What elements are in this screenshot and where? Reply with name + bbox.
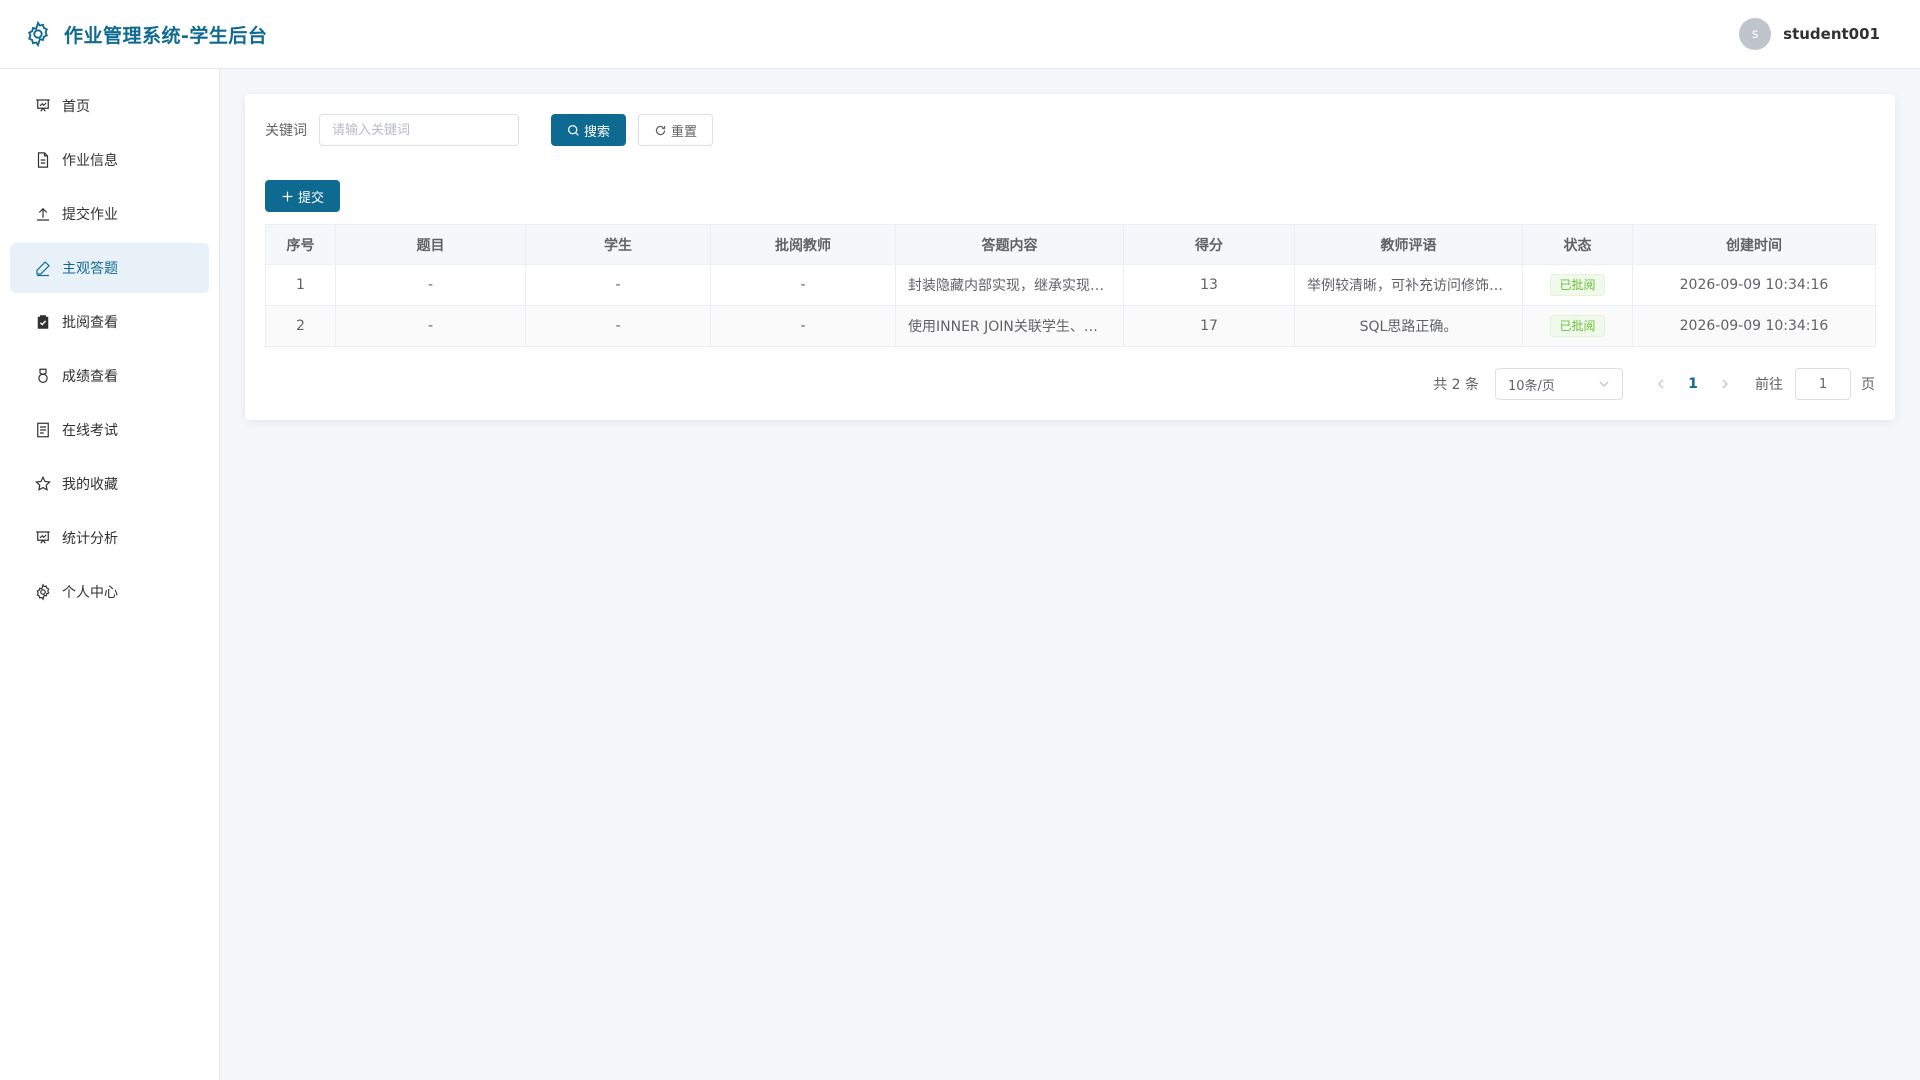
cell-teacher: -	[710, 264, 896, 306]
search-icon	[568, 124, 579, 136]
column-header: 创建时间	[1632, 224, 1876, 265]
chevron-left-icon	[1658, 379, 1664, 389]
main-card: 关键词 搜索 重置 提交 序号 题目 学生 批阅教师 答题内容	[245, 94, 1895, 420]
exam-paper-icon	[37, 422, 49, 438]
chart-board-icon	[36, 531, 50, 544]
column-header: 答题内容	[895, 224, 1124, 265]
sidebar-item-favorites[interactable]: 我的收藏	[10, 459, 209, 509]
clipboard-check-icon	[37, 315, 49, 329]
sidebar-item-label: 个人中心	[62, 585, 118, 601]
edit-pen-icon	[36, 261, 50, 277]
medal-icon	[38, 368, 48, 383]
plus-icon	[282, 191, 293, 201]
page-suffix-label: 页	[1861, 377, 1875, 393]
sidebar-item-home[interactable]: 首页	[10, 81, 209, 131]
status-badge: 已批阅	[1550, 274, 1605, 296]
upload-icon	[37, 207, 49, 221]
user-menu[interactable]: s student001	[1739, 18, 1880, 50]
sidebar-item-label: 批阅查看	[62, 315, 118, 331]
cell-question: -	[335, 264, 526, 306]
next-page-button[interactable]	[1711, 378, 1739, 390]
goto-page-input[interactable]	[1795, 368, 1851, 400]
page-number-current[interactable]: 1	[1675, 376, 1711, 392]
star-icon	[35, 475, 51, 491]
cell-score: 13	[1123, 264, 1295, 306]
sidebar-item-label: 成绩查看	[62, 369, 118, 385]
column-header: 学生	[525, 224, 711, 265]
reset-button[interactable]: 重置	[638, 114, 714, 146]
submit-add-button[interactable]: 提交	[265, 180, 341, 212]
search-bar: 关键词 搜索 重置	[265, 114, 1875, 146]
username[interactable]: student001	[1783, 25, 1880, 43]
document-icon	[37, 152, 49, 168]
page-size-value: 10条/页	[1508, 378, 1555, 394]
avatar[interactable]: s	[1739, 18, 1772, 50]
keyword-label: 关键词	[265, 123, 307, 139]
cell-created: 2026-09-09 10:34:16	[1632, 264, 1876, 306]
top-header: 作业管理系统-学生后台 s student001	[0, 0, 1920, 69]
prev-page-button[interactable]	[1647, 378, 1675, 390]
keyword-input[interactable]	[319, 114, 519, 146]
sidebar: 首页 作业信息 提交作业 主观答题 批阅查看 成绩查看 在线考试 我的收藏 统计…	[0, 69, 220, 1080]
cell-content: 封装隐藏内部实现，继承实现代码复用，多态提高扩展性。	[895, 264, 1124, 306]
pagination: 共 2 条 10条/页 1 前往 页	[1433, 368, 1875, 400]
sidebar-item-label: 统计分析	[62, 531, 118, 547]
sidebar-item-label: 提交作业	[62, 207, 118, 223]
sidebar-item-submit-homework[interactable]: 提交作业	[10, 189, 209, 239]
cell-teacher: -	[710, 305, 896, 347]
cell-comment: SQL思路正确。	[1294, 305, 1523, 347]
cell-content: 使用INNER JOIN关联学生、课程和成绩表。	[895, 305, 1124, 347]
sidebar-item-label: 首页	[62, 99, 90, 115]
total-count: 共 2 条	[1433, 377, 1479, 393]
column-header: 批阅教师	[710, 224, 896, 265]
sidebar-item-review-view[interactable]: 批阅查看	[10, 297, 209, 347]
reset-button-label: 重置	[671, 124, 698, 140]
sidebar-item-label: 在线考试	[62, 423, 118, 439]
table-row[interactable]: 2 - - - 使用INNER JOIN关联学生、课程和成绩表。 17 SQL思…	[265, 305, 1876, 347]
app-title: 作业管理系统-学生后台	[64, 24, 268, 47]
sidebar-item-label: 主观答题	[62, 261, 118, 277]
refresh-icon	[655, 125, 666, 135]
sidebar-item-grades[interactable]: 成绩查看	[10, 351, 209, 401]
sidebar-item-label: 作业信息	[62, 153, 118, 169]
cell-comment: 举例较清晰，可补充访问修饰符。	[1294, 264, 1523, 306]
table-row[interactable]: 1 - - - 封装隐藏内部实现，继承实现代码复用，多态提高扩展性。 13 举例…	[265, 264, 1876, 306]
sidebar-item-profile[interactable]: 个人中心	[10, 567, 209, 617]
sidebar-item-label: 我的收藏	[62, 477, 118, 493]
submit-add-button-label: 提交	[298, 190, 325, 206]
goto-label: 前往	[1755, 377, 1783, 393]
column-header: 题目	[335, 224, 526, 265]
cell-index: 1	[265, 264, 336, 306]
gear-icon	[36, 583, 50, 601]
status-badge: 已批阅	[1550, 315, 1605, 337]
search-button[interactable]: 搜索	[551, 114, 627, 146]
answers-table: 序号 题目 学生 批阅教师 答题内容 得分 教师评语 状态 创建时间 1 - -…	[265, 224, 1876, 347]
cell-question: -	[335, 305, 526, 347]
table-header-row: 序号 题目 学生 批阅教师 答题内容 得分 教师评语 状态 创建时间	[265, 224, 1876, 265]
sidebar-item-subjective-answer[interactable]: 主观答题	[10, 243, 209, 293]
sidebar-item-homework-info[interactable]: 作业信息	[10, 135, 209, 185]
cell-status: 已批阅	[1522, 264, 1633, 306]
sidebar-item-statistics[interactable]: 统计分析	[10, 513, 209, 563]
toolbar: 提交	[265, 180, 1875, 212]
column-header: 教师评语	[1294, 224, 1523, 265]
cell-student: -	[525, 305, 711, 347]
gear-icon	[28, 20, 48, 48]
presentation-icon	[36, 99, 50, 112]
cell-created: 2026-09-09 10:34:16	[1632, 305, 1876, 347]
brand: 作业管理系统-学生后台	[24, 20, 267, 48]
cell-index: 2	[265, 305, 336, 347]
column-header: 状态	[1522, 224, 1633, 265]
cell-status: 已批阅	[1522, 305, 1633, 347]
search-button-label: 搜索	[584, 124, 611, 140]
chevron-right-icon	[1722, 379, 1728, 389]
cell-student: -	[525, 264, 711, 306]
chevron-down-icon	[1599, 381, 1609, 387]
sidebar-item-online-exam[interactable]: 在线考试	[10, 405, 209, 455]
column-header: 得分	[1123, 224, 1295, 265]
page-size-select[interactable]: 10条/页	[1495, 368, 1623, 400]
cell-score: 17	[1123, 305, 1295, 347]
column-header: 序号	[265, 224, 336, 265]
